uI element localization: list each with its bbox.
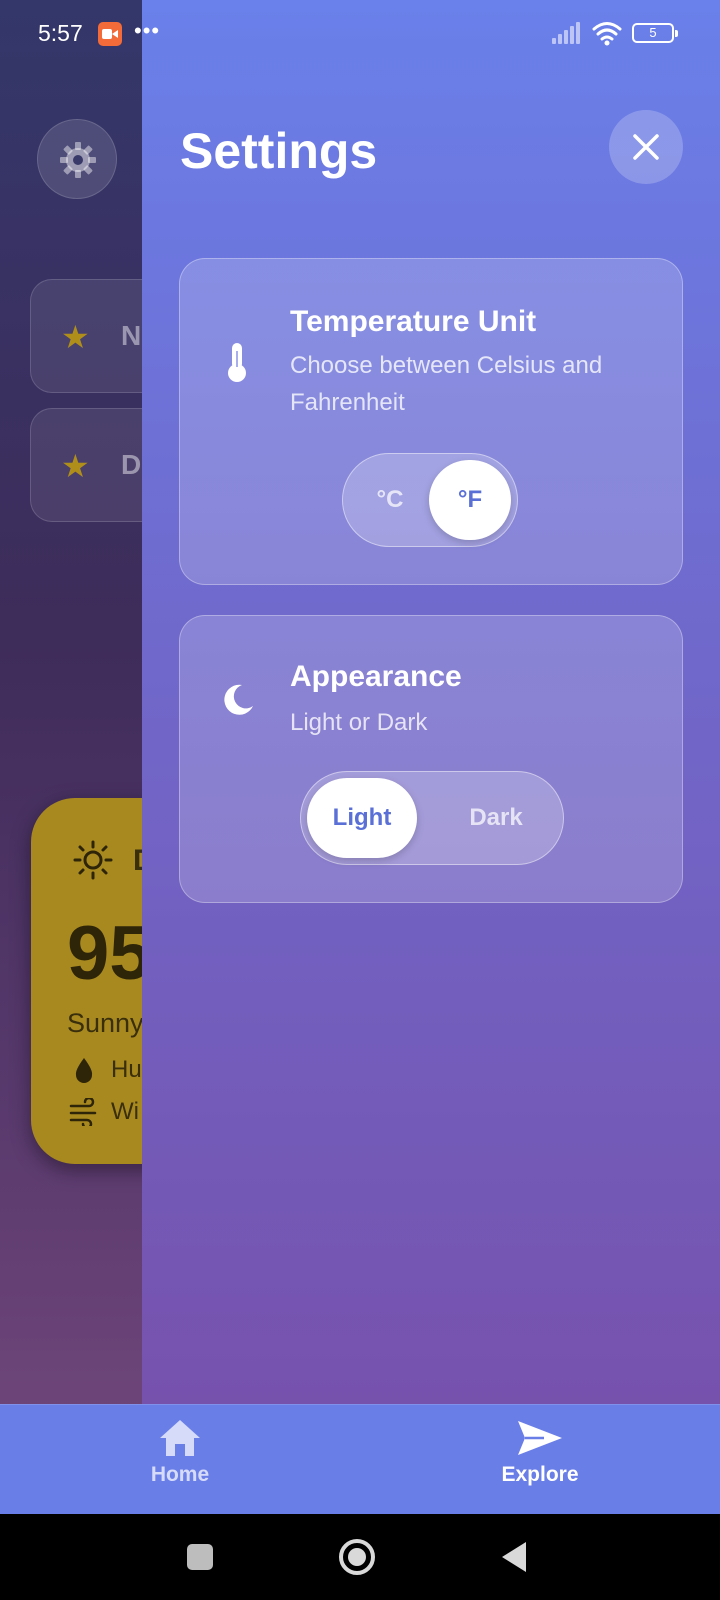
nav-explore[interactable]: Explore	[460, 1417, 620, 1505]
weather-wind: Wi	[111, 1098, 139, 1125]
nav-explore-label: Explore	[501, 1463, 579, 1486]
humidity-icon	[75, 1058, 93, 1083]
dark-option[interactable]: Dark	[441, 778, 551, 858]
wind-icon	[69, 1098, 97, 1126]
bottom-navigation: Home Explore	[0, 1404, 720, 1514]
settings-title: Settings	[180, 123, 378, 179]
moon-icon	[224, 684, 253, 715]
system-home-button[interactable]	[312, 1514, 402, 1600]
favorite-location-label: D	[121, 449, 142, 480]
close-icon	[633, 134, 659, 160]
send-icon	[518, 1421, 562, 1455]
home-icon	[160, 1420, 200, 1456]
fahrenheit-option[interactable]: °F	[429, 460, 511, 540]
settings-drawer: Settings Temperature Unit Choose between…	[142, 0, 720, 1404]
temperature-unit-title: Temperature Unit	[290, 305, 537, 338]
appearance-toggle[interactable]: Light Dark	[300, 771, 564, 865]
celsius-option[interactable]: °C	[349, 460, 431, 540]
weather-temperature: 95	[67, 911, 152, 996]
appearance-description: Light or Dark	[290, 709, 428, 736]
weather-humidity: Hu	[111, 1056, 142, 1083]
appearance-card: Appearance Light or Dark Light Dark	[179, 615, 683, 903]
close-button[interactable]	[609, 110, 683, 184]
sun-icon	[73, 840, 113, 880]
temperature-unit-description: Choose between Celsius and Fahrenheit	[290, 352, 603, 416]
recents-button[interactable]	[155, 1514, 245, 1600]
appearance-title: Appearance	[290, 660, 462, 693]
star-icon: ★	[61, 319, 90, 355]
nav-home[interactable]: Home	[100, 1417, 260, 1505]
star-icon: ★	[61, 448, 90, 484]
gear-icon	[60, 142, 96, 178]
back-button[interactable]	[470, 1514, 560, 1600]
temperature-unit-toggle[interactable]: °C °F	[342, 453, 518, 547]
system-navigation-bar	[0, 1514, 720, 1600]
temperature-unit-card: Temperature Unit Choose between Celsius …	[179, 258, 683, 585]
thermometer-icon	[228, 343, 246, 382]
favorite-location-label: N	[121, 320, 142, 351]
nav-home-label: Home	[150, 1463, 210, 1486]
settings-button[interactable]	[37, 119, 117, 199]
light-option[interactable]: Light	[307, 778, 417, 858]
weather-condition: Sunny	[67, 1008, 144, 1038]
